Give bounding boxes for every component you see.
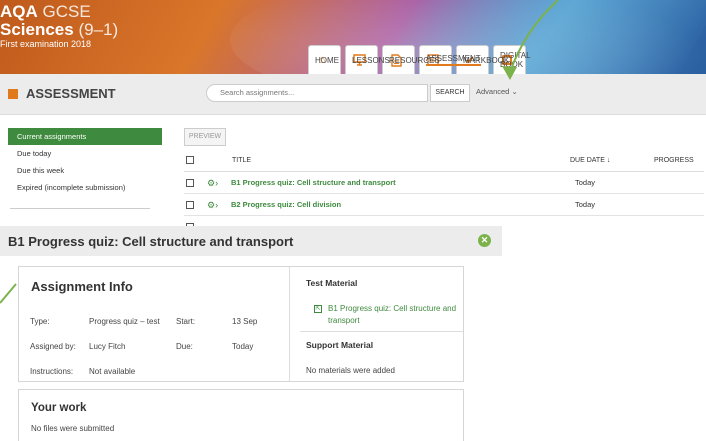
assignment-title-link[interactable]: B2 Progress quiz: Cell division — [231, 200, 341, 209]
aqa-logo[interactable]: AQA GCSE Sciences (9–1) First examinatio… — [0, 3, 118, 49]
logo-grade: (9–1) — [78, 20, 119, 39]
assignment-filter-sidebar: Current assignments Due today Due this w… — [8, 128, 162, 196]
tab-lessons[interactable]: LESSONS — [345, 45, 390, 74]
quiz-icon: ⚙› — [207, 200, 219, 210]
due-date: Today — [575, 178, 596, 187]
tab-label: LESSONS — [352, 55, 390, 65]
material-divider — [300, 331, 463, 332]
card-divider — [289, 267, 290, 381]
table-row[interactable]: ⚙› B2 Progress quiz: Cell division Today — [184, 194, 704, 216]
sidebar-item-due-this-week[interactable]: Due this week — [8, 162, 162, 179]
row-checkbox[interactable] — [186, 179, 194, 187]
logo-aqa: AQA — [0, 2, 38, 21]
support-material-heading: Support Material — [306, 340, 374, 350]
close-icon[interactable]: ✕ — [478, 234, 491, 247]
logo-sciences: Sciences — [0, 20, 74, 39]
instructions-value: Not available — [89, 367, 136, 376]
assigned-value: Lucy Fitch — [89, 342, 126, 351]
logo-exam: First examination 2018 — [0, 39, 92, 49]
assigned-label: Assigned by: — [30, 342, 76, 351]
external-link-icon: ⇱ — [314, 305, 322, 313]
sidebar-item-current[interactable]: Current assignments — [8, 128, 162, 145]
col-progress-header: PROGRESS — [654, 157, 694, 164]
tab-home[interactable]: ⌂ HOME — [308, 45, 341, 74]
col-due-label: DUE DATE — [570, 157, 605, 164]
instructions-label: Instructions: — [30, 367, 74, 376]
due-label: Due: — [176, 342, 193, 351]
sort-down-icon: ↓ — [606, 157, 611, 164]
assignment-info-card: Assignment Info Type: Progress quiz – te… — [18, 266, 464, 382]
your-work-card: Your work No files were submitted — [18, 389, 464, 441]
search-input[interactable]: Search assignments... — [206, 84, 428, 102]
advanced-label: Advanced — [476, 87, 510, 96]
sidebar-item-due-today[interactable]: Due today — [8, 145, 162, 162]
assignment-info-heading: Assignment Info — [31, 279, 133, 294]
support-material-empty: No materials were added — [306, 366, 395, 375]
advanced-search-toggle[interactable]: Advanced ⌄ — [476, 87, 518, 96]
panel-title: B1 Progress quiz: Cell structure and tra… — [8, 234, 294, 249]
main-nav-tabs: ⌂ HOME LESSONS RESOURCES ASSESSMENT ✔ MA… — [308, 45, 530, 74]
due-value: Today — [232, 342, 254, 351]
site-header: AQA GCSE Sciences (9–1) First examinatio… — [0, 0, 706, 74]
type-label: Type: — [30, 317, 50, 326]
your-work-heading: Your work — [31, 402, 87, 414]
your-work-empty: No files were submitted — [31, 424, 115, 433]
table-row[interactable]: ⚙› B1 Progress quiz: Cell structure and … — [184, 172, 704, 194]
sidebar-item-expired[interactable]: Expired (incomplete submission) — [8, 179, 162, 196]
due-date: Today — [575, 200, 596, 209]
tab-label: HOME — [315, 55, 339, 65]
table-row-partial — [184, 216, 704, 231]
quiz-icon: ⚙› — [207, 178, 219, 188]
col-title-header[interactable]: TITLE — [232, 157, 251, 164]
assignment-title-link[interactable]: B1 Progress quiz: Cell structure and tra… — [231, 178, 396, 187]
assignment-detail-panel: B1 Progress quiz: Cell structure and tra… — [0, 226, 502, 441]
start-value: 13 Sep — [232, 317, 258, 326]
preview-button[interactable]: PREVIEW — [184, 128, 226, 146]
col-due-header[interactable]: DUE DATE ↓ — [570, 157, 610, 164]
page-title: ASSESSMENT — [26, 86, 116, 101]
test-material-link[interactable]: B1 Progress quiz: Cell structure and tra… — [328, 303, 478, 327]
start-label: Start: — [176, 317, 196, 326]
table-header: TITLE DUE DATE ↓ PROGRESS — [184, 150, 704, 172]
tab-label: DIGITAL BOOK — [500, 51, 531, 69]
chevron-down-icon: ⌄ — [511, 87, 518, 96]
test-material-heading: Test Material — [306, 278, 358, 288]
type-value: Progress quiz – test — [89, 317, 160, 326]
logo-gcse: GCSE — [42, 2, 91, 21]
row-checkbox[interactable] — [186, 201, 194, 209]
search-button[interactable]: SEARCH — [430, 84, 470, 102]
title-square-icon — [8, 89, 18, 99]
sidebar-divider — [10, 208, 150, 209]
panel-header: B1 Progress quiz: Cell structure and tra… — [0, 226, 502, 256]
select-all-checkbox[interactable] — [186, 156, 194, 164]
